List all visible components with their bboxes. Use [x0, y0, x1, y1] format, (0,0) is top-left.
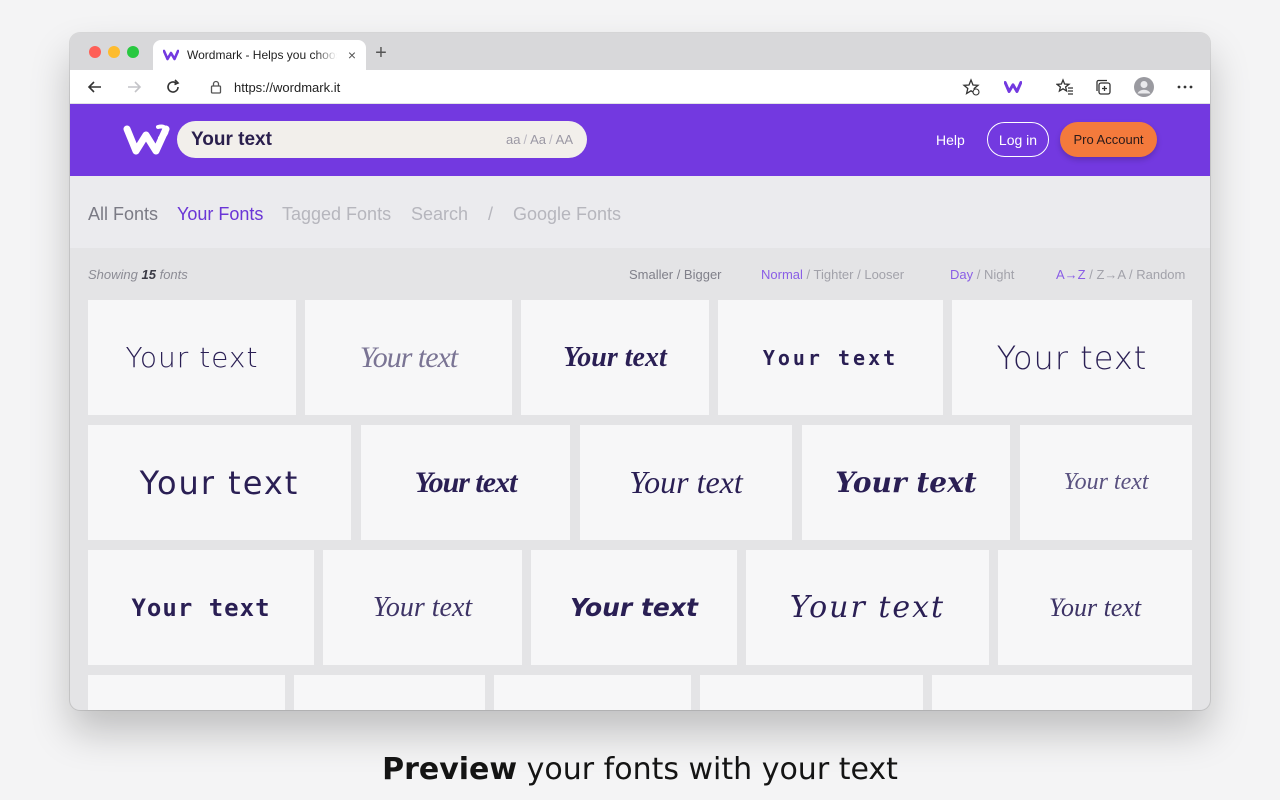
- tab-your-fonts[interactable]: Your Fonts: [177, 204, 263, 225]
- minimize-window-button[interactable]: [108, 46, 120, 58]
- reload-icon[interactable]: [162, 76, 184, 98]
- view-controls: Showing 15 fonts Smaller / Bigger Normal…: [70, 248, 1210, 300]
- font-card[interactable]: [494, 675, 691, 710]
- wordmark-extension-icon[interactable]: [1002, 76, 1024, 98]
- font-sample: Your text: [372, 591, 473, 623]
- tighter-option[interactable]: Tighter: [814, 267, 854, 282]
- font-card[interactable]: [700, 675, 923, 710]
- font-card[interactable]: Your text: [323, 550, 522, 665]
- new-tab-button[interactable]: +: [370, 42, 392, 65]
- zoom-window-button[interactable]: [127, 46, 139, 58]
- font-card[interactable]: Your text: [305, 300, 512, 415]
- font-sample: Your text: [125, 341, 259, 374]
- font-card[interactable]: Your text: [998, 550, 1192, 665]
- font-card[interactable]: Your text: [952, 300, 1192, 415]
- preview-text-input[interactable]: [191, 128, 471, 151]
- font-card[interactable]: Your text: [531, 550, 737, 665]
- case-lower-option[interactable]: aa: [506, 132, 520, 147]
- font-sample: Your text: [629, 464, 743, 500]
- url-text: https://wordmark.it: [234, 79, 341, 95]
- nav-divider: /: [488, 204, 494, 224]
- font-sample: Your text: [570, 593, 698, 622]
- font-sample: Your text: [414, 465, 518, 499]
- normal-option[interactable]: Normal: [761, 267, 803, 282]
- looser-option[interactable]: Looser: [864, 267, 904, 282]
- browser-toolbar: https://wordmark.it: [70, 70, 1210, 104]
- font-card[interactable]: Your text: [718, 300, 943, 415]
- font-sample: Your text: [1048, 592, 1142, 622]
- back-arrow-icon[interactable]: [84, 76, 106, 98]
- tab-all-fonts[interactable]: All Fonts: [88, 204, 158, 225]
- font-sample: Your text: [131, 593, 271, 622]
- case-separator: /: [523, 132, 528, 147]
- case-upper-option[interactable]: AA: [556, 132, 573, 147]
- font-card[interactable]: [88, 675, 285, 710]
- font-card[interactable]: Your text: [521, 300, 709, 415]
- font-card[interactable]: Your text: [361, 425, 570, 540]
- browser-tab[interactable]: Wordmark - Helps you choose fonts ×: [153, 40, 366, 70]
- case-separator: /: [549, 132, 553, 147]
- font-sample: Your text: [139, 463, 300, 502]
- sort-controls: A→Z / Z→A / Random: [1056, 267, 1186, 282]
- font-sample: Your text: [762, 345, 899, 370]
- font-nav: All Fonts Your Fonts Tagged Fonts Search…: [70, 176, 1210, 248]
- close-tab-icon[interactable]: ×: [348, 47, 356, 63]
- font-card[interactable]: [294, 675, 485, 710]
- font-card[interactable]: Your text: [580, 425, 792, 540]
- theme-controls: Day / Night: [950, 267, 1015, 282]
- font-count: Showing 15 fonts: [88, 267, 188, 282]
- caption-rest: your fonts with your text: [517, 752, 898, 787]
- sort-random-option[interactable]: Random: [1136, 267, 1185, 282]
- pro-account-button[interactable]: Pro Account: [1060, 122, 1157, 157]
- font-card[interactable]: [932, 675, 1192, 710]
- day-option[interactable]: Day: [950, 267, 973, 282]
- font-card[interactable]: Your text: [88, 550, 314, 665]
- tab-google-fonts[interactable]: Google Fonts: [513, 204, 621, 225]
- login-button[interactable]: Log in: [987, 122, 1049, 157]
- font-card[interactable]: Your text: [88, 300, 296, 415]
- lock-icon: [210, 80, 222, 94]
- forward-arrow-icon[interactable]: [123, 76, 145, 98]
- spacing-controls: Normal / Tighter / Looser: [761, 267, 905, 282]
- font-sample: Your text: [835, 466, 977, 499]
- sort-az-option[interactable]: A→Z: [1056, 267, 1086, 282]
- help-link[interactable]: Help: [936, 132, 965, 148]
- font-count-number: 15: [141, 267, 156, 282]
- size-controls: Smaller / Bigger: [629, 267, 722, 282]
- font-grid: Your text Your text Your text Your text …: [70, 300, 1210, 710]
- close-window-button[interactable]: [89, 46, 101, 58]
- case-title-option[interactable]: Aa: [530, 132, 546, 147]
- wordmark-logo-icon[interactable]: [122, 122, 172, 158]
- smaller-option[interactable]: Smaller: [629, 267, 673, 282]
- collections-icon[interactable]: [1092, 76, 1114, 98]
- address-bar[interactable]: https://wordmark.it: [198, 74, 988, 100]
- font-sample: Your text: [1063, 469, 1149, 495]
- browser-window: Wordmark - Helps you choose fonts × + ht…: [70, 33, 1210, 710]
- font-sample: Your text: [996, 338, 1148, 377]
- font-sample: Your text: [563, 341, 667, 373]
- font-sample: Your text: [359, 340, 458, 374]
- app-header: aa/Aa/AA Help Log in Pro Account: [70, 104, 1210, 176]
- wordmark-favicon-icon: [163, 49, 179, 61]
- font-sample: Your text: [789, 590, 946, 625]
- more-options-icon[interactable]: [1174, 76, 1196, 98]
- profile-avatar-icon[interactable]: [1133, 76, 1155, 98]
- font-card[interactable]: Your text: [746, 550, 989, 665]
- tab-tagged-fonts[interactable]: Tagged Fonts: [282, 204, 391, 225]
- tab-search[interactable]: Search: [411, 204, 468, 225]
- sort-za-option[interactable]: Z→A: [1096, 267, 1125, 282]
- tab-strip: Wordmark - Helps you choose fonts × +: [70, 33, 1210, 70]
- bigger-option[interactable]: Bigger: [684, 267, 722, 282]
- promo-caption: Preview your fonts with your text: [0, 752, 1280, 787]
- favorite-add-icon[interactable]: [960, 76, 982, 98]
- font-card[interactable]: Your text: [88, 425, 351, 540]
- night-option[interactable]: Night: [984, 267, 1014, 282]
- font-card[interactable]: Your text: [1020, 425, 1192, 540]
- preview-text-box[interactable]: aa/Aa/AA: [177, 121, 587, 158]
- tab-title: Wordmark - Helps you choose fonts: [187, 48, 337, 62]
- caption-bold: Preview: [382, 752, 518, 787]
- font-card[interactable]: Your text: [802, 425, 1010, 540]
- favorites-icon[interactable]: [1054, 76, 1076, 98]
- case-options: aa / Aa / AA: [506, 132, 573, 147]
